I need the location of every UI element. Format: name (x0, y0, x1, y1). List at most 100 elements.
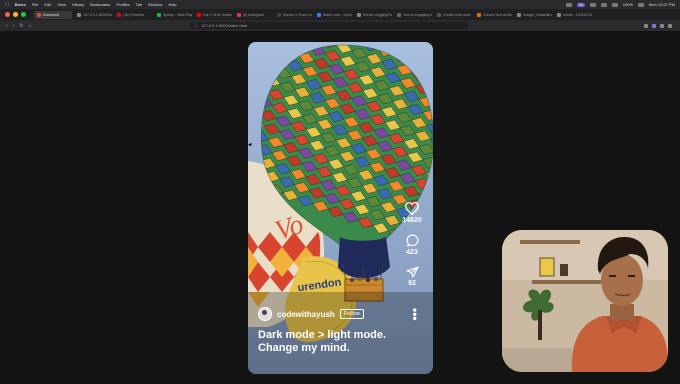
info-icon[interactable]: ⓘ (194, 23, 198, 29)
browser-tab[interactable]: Spotify – Web Player (154, 11, 192, 19)
tab-label: Watch now - Open r... (323, 12, 352, 17)
reel-actions: 14820 423 92 (399, 202, 425, 297)
heart-icon[interactable] (405, 202, 419, 215)
menu-edit[interactable]: Edit (44, 2, 51, 7)
share-icon[interactable] (405, 266, 419, 278)
browser-tab[interactable]: Create insta reels (434, 11, 472, 19)
zoom-window-button[interactable] (21, 12, 26, 17)
brave-shield-icon[interactable] (644, 23, 648, 28)
menu-view[interactable]: View (57, 2, 66, 7)
menu-app-name[interactable]: Brave (15, 2, 26, 7)
clock[interactable]: Mon 12:07 PM (649, 2, 675, 7)
brave-rewards-icon[interactable] (652, 23, 656, 28)
tab-label: Colorful font art illust... (483, 12, 512, 17)
browser-tab[interactable]: Pat-Y: Ill be missing (194, 11, 232, 19)
webcam-overlay (502, 230, 668, 372)
tab-label: Images_chatwalk.com (523, 12, 552, 17)
battery-label[interactable]: 100% (623, 2, 633, 7)
minimize-window-button[interactable] (13, 12, 18, 17)
browser-tab[interactable]: (16) Pinterest (114, 11, 152, 19)
browser-tab[interactable]: Images_chatwalk.com (514, 11, 552, 19)
share-action[interactable]: 92 (405, 266, 419, 287)
like-count: 14820 (402, 217, 422, 224)
macos-menubar:  Brave File Edit View History Bookmarks… (0, 0, 680, 9)
browser-tab[interactable]: Document (34, 10, 72, 19)
tab-label: shorts - 1021437485... (563, 12, 592, 17)
apple-icon[interactable]:  (5, 2, 9, 8)
browser-tab[interactable]: Human in Rock Lev... (274, 11, 312, 19)
username[interactable]: codewithayush (277, 310, 335, 319)
forward-arrow-icon[interactable]: › (13, 23, 15, 29)
browser-tab[interactable]: shorts - 1021437485... (554, 11, 592, 19)
tab-favicon-icon (317, 12, 321, 17)
tab-label: 127.0.0.1:5500/html (83, 12, 112, 17)
more-options-icon[interactable]: ••• (408, 308, 422, 321)
browser-tab[interactable]: Colorful font art illust... (474, 11, 512, 19)
browser-tab[interactable]: Watch now - Open r... (314, 11, 352, 19)
menu-file[interactable]: File (32, 2, 38, 7)
menu-history[interactable]: History (72, 2, 84, 7)
search-icon[interactable] (637, 2, 644, 7)
tab-label: (16) Pinterest (123, 12, 145, 17)
tray-icon[interactable] (600, 2, 607, 7)
sidebar-icon[interactable] (660, 23, 664, 28)
tab-favicon-icon (437, 12, 441, 17)
tab-label: Spotify – Web Player (163, 12, 192, 17)
follow-button[interactable]: Follow (339, 309, 364, 319)
tray-icon[interactable] (589, 2, 596, 7)
url-bar[interactable]: ⓘ 127.0.0.1:5500/index.html (190, 22, 468, 29)
tray-icon[interactable] (565, 2, 572, 7)
tab-favicon-icon (237, 12, 241, 17)
reel-card[interactable]: Vo urendon 14820 423 92 ••• codewithayus… (248, 42, 433, 374)
avatar[interactable] (258, 307, 272, 321)
browser-tab-bar: Document 127.0.0.1:5500/html (16) Pinteres… (0, 9, 680, 20)
tab-favicon-icon (277, 12, 281, 17)
tab-favicon-icon (397, 12, 401, 17)
notification-badge[interactable]: 23 (576, 2, 585, 7)
comment-count: 423 (406, 249, 418, 256)
tab-strip: Document 127.0.0.1:5500/html (16) Pinteres… (34, 10, 594, 19)
menu-help[interactable]: Help (168, 2, 176, 7)
extension-icons (644, 23, 672, 28)
menu-icon[interactable] (668, 23, 672, 28)
tab-favicon-icon (77, 12, 81, 17)
webcam-image (502, 230, 668, 372)
url-text: 127.0.0.1:5500/index.html (201, 23, 248, 28)
address-toolbar: ‹ › ↻ ⌂ ⓘ 127.0.0.1:5500/index.html (0, 20, 680, 32)
tab-favicon-icon (557, 12, 561, 17)
menu-window[interactable]: Window (148, 2, 162, 7)
like-action[interactable]: 14820 (402, 202, 422, 224)
reel-author: codewithayush Follow (258, 307, 364, 321)
tab-label: Pat-Y: Ill be missing (203, 12, 232, 17)
comment-action[interactable]: 423 (405, 234, 419, 256)
tab-favicon-icon (477, 12, 481, 17)
browser-tab[interactable]: Rerole vlogging/Rela... (354, 11, 392, 19)
menu-bookmarks[interactable]: Bookmarks (90, 2, 110, 7)
tab-label: Human in Rock Lev... (283, 12, 312, 17)
browser-tab[interactable]: 127.0.0.1:5500/html (74, 11, 112, 19)
tab-favicon-icon (37, 12, 41, 17)
tab-label: Rerole vlogging/Rela... (363, 12, 392, 17)
comment-icon[interactable] (405, 234, 419, 247)
menubar-tray: 23 100% Mon 12:07 PM (565, 2, 675, 7)
browser-tab[interactable]: (9) Instagram (234, 11, 272, 19)
browser-tab[interactable]: Intro to engaging wr... (394, 11, 432, 19)
tab-label: Document (43, 12, 59, 17)
tab-label: (9) Instagram (243, 12, 264, 17)
menu-profiles[interactable]: Profiles (116, 2, 129, 7)
nav-buttons: ‹ › ↻ ⌂ (6, 23, 32, 29)
tab-favicon-icon (197, 12, 201, 17)
tab-label: Create insta reels (443, 12, 471, 17)
tab-favicon-icon (117, 12, 121, 17)
menu-tab[interactable]: Tab (136, 2, 142, 7)
close-window-button[interactable] (5, 12, 10, 17)
wifi-icon[interactable] (611, 2, 618, 7)
home-icon[interactable]: ⌂ (29, 23, 32, 29)
back-arrow-icon[interactable]: ‹ (6, 23, 8, 29)
share-count: 92 (408, 280, 416, 287)
tab-favicon-icon (157, 12, 161, 17)
reel-caption: Dark mode > light mode. Change my mind. (258, 329, 387, 354)
tab-favicon-icon (517, 12, 521, 17)
tab-favicon-icon (357, 12, 361, 17)
reload-icon[interactable]: ↻ (19, 23, 23, 29)
